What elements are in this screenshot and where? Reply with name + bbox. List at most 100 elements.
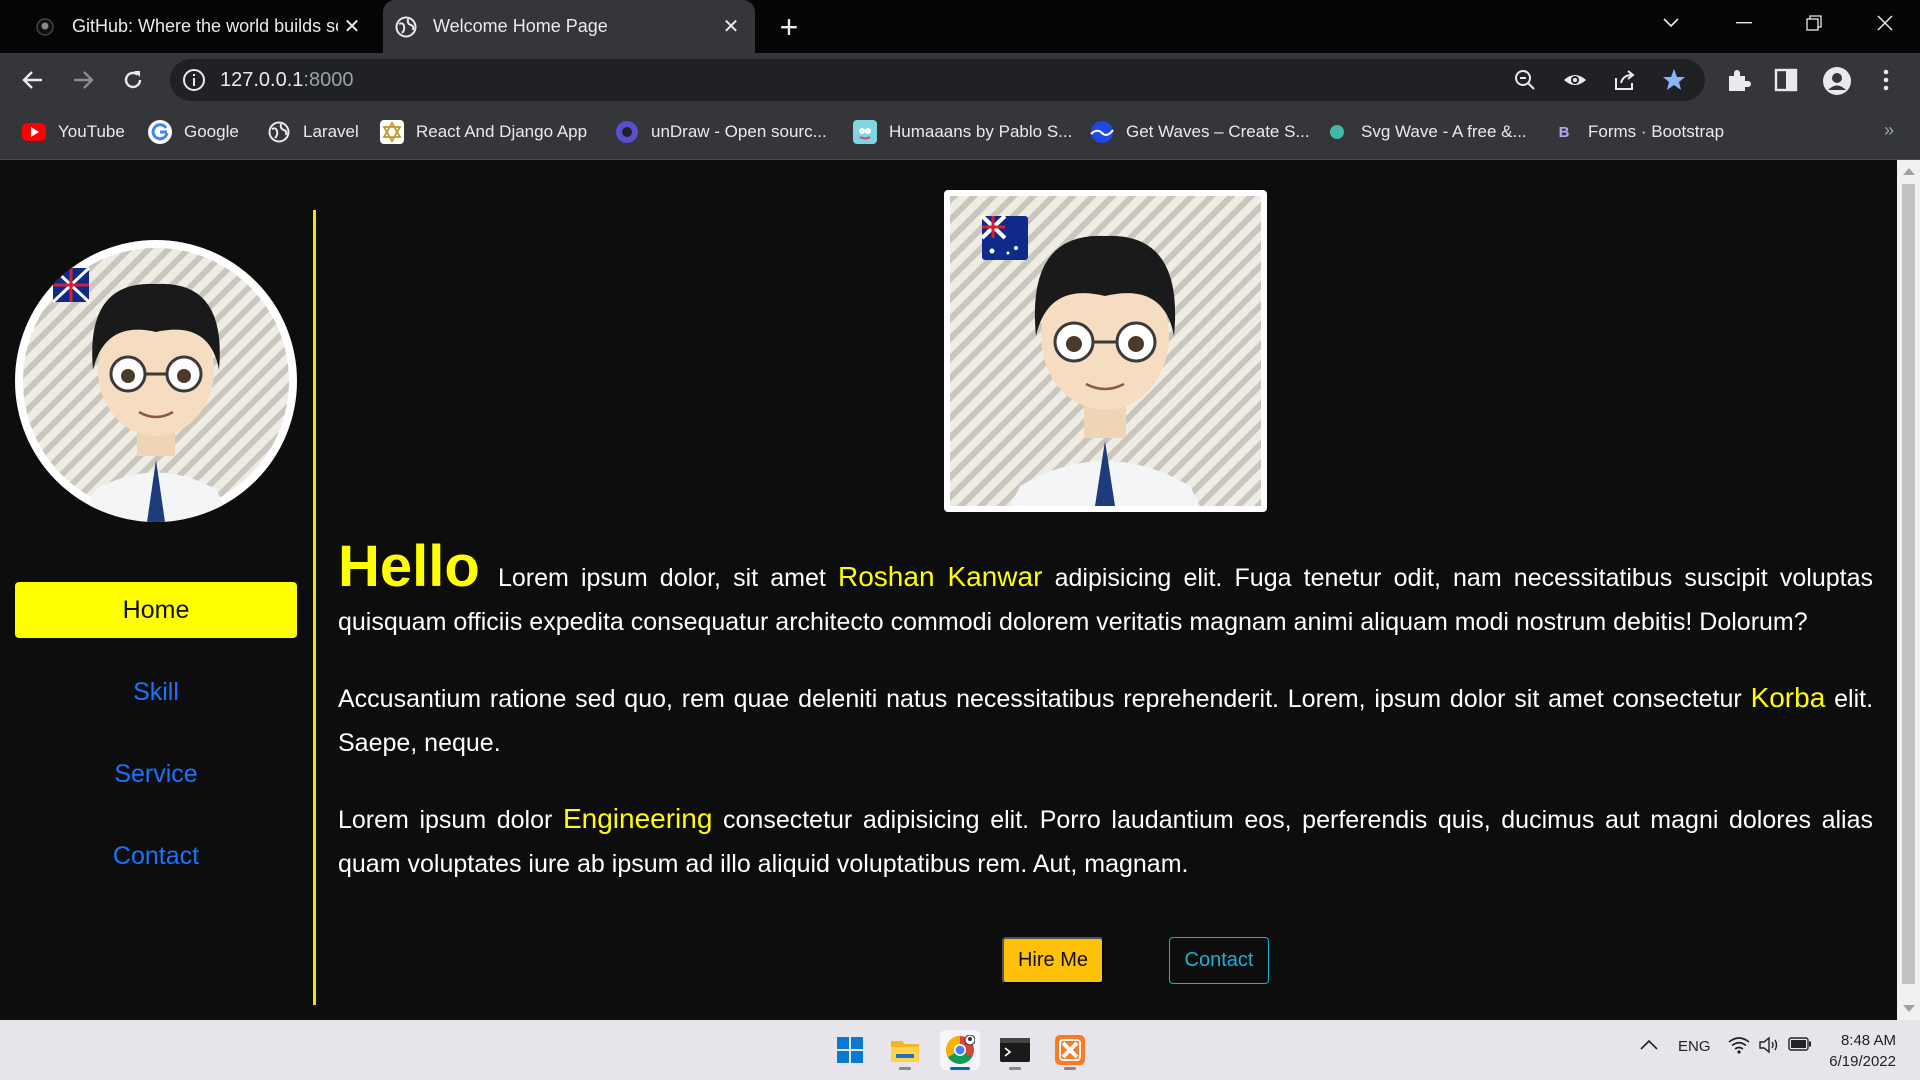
youtube-icon	[22, 120, 46, 144]
google-icon	[148, 120, 172, 144]
scroll-down-icon[interactable]	[1903, 1005, 1915, 1012]
chrome-icon[interactable]	[940, 1030, 980, 1070]
bookmark-react-django[interactable]: React And Django App	[380, 117, 587, 147]
windows-start-icon[interactable]	[830, 1030, 870, 1070]
site-info-icon[interactable]	[182, 68, 206, 92]
clock-date: 6/19/2022	[1829, 1053, 1896, 1070]
city-highlight: Korba	[1750, 682, 1826, 713]
windows-taskbar: ENG 8:48 AM 6/19/2022	[0, 1020, 1920, 1080]
tab-search-icon[interactable]	[1643, 0, 1699, 45]
bookmark-label: Laravel	[303, 122, 359, 141]
waves-icon	[1090, 120, 1114, 144]
undraw-icon	[615, 120, 639, 144]
xampp-icon[interactable]	[1050, 1030, 1090, 1070]
globe-icon	[267, 120, 291, 144]
running-indicator	[1064, 1067, 1076, 1070]
field-highlight: Engineering	[562, 803, 713, 834]
bookmark-star-icon[interactable]	[1662, 68, 1686, 92]
file-explorer-icon[interactable]	[885, 1030, 925, 1070]
intro-paragraph-1: Hello Lorem ipsum dolor, sit amet Roshan…	[338, 538, 1873, 644]
profile-avatar	[15, 240, 297, 522]
running-indicator	[1009, 1067, 1021, 1070]
bookmark-svg-wave[interactable]: Svg Wave - A free &...	[1325, 117, 1527, 147]
nav-skill[interactable]: Skill	[15, 664, 297, 720]
bookmark-forms-bootstrap[interactable]: B Forms · Bootstrap	[1552, 117, 1724, 147]
address-bar[interactable]: 127.0.0.1:8000	[170, 59, 1705, 101]
page-scrollbar[interactable]	[1897, 160, 1920, 1020]
volume-icon[interactable]	[1758, 1036, 1780, 1058]
nav-service[interactable]: Service	[15, 746, 297, 802]
back-icon[interactable]	[14, 61, 52, 99]
system-clock[interactable]: 8:48 AM 6/19/2022	[1829, 1030, 1896, 1072]
bookmark-label: YouTube	[58, 122, 125, 141]
dot-icon	[1325, 120, 1349, 144]
bootstrap-icon: B	[1552, 120, 1576, 144]
browser-tab-strip: GitHub: Where the world builds software …	[0, 0, 1920, 53]
window-close-icon[interactable]	[1857, 0, 1913, 45]
battery-icon[interactable]	[1788, 1037, 1812, 1055]
bookmark-get-waves[interactable]: Get Waves – Create S...	[1090, 117, 1310, 147]
side-panel-icon[interactable]	[1773, 67, 1799, 93]
intro-paragraph-2: Accusantium ratione sed quo, rem quae de…	[338, 676, 1873, 765]
running-indicator	[899, 1067, 911, 1070]
text-span: Accusantium ratione sed quo, rem quae de…	[338, 685, 1742, 713]
profile-avatar-icon[interactable]	[1823, 67, 1851, 95]
github-icon	[34, 16, 56, 38]
tab-github[interactable]: GitHub: Where the world builds software …	[22, 0, 376, 53]
humaaans-icon	[853, 120, 877, 144]
intro-paragraph-3: Lorem ipsum dolor Engineering consectetu…	[338, 797, 1873, 886]
bookmark-google[interactable]: Google	[148, 117, 239, 147]
nav-contact[interactable]: Contact	[15, 828, 297, 884]
bookmark-label: Humaaans by Pablo S...	[889, 122, 1073, 141]
eye-icon[interactable]	[1563, 68, 1587, 92]
nav-home[interactable]: Home	[15, 582, 297, 638]
globe-icon	[395, 16, 417, 38]
sidebar-divider	[313, 210, 316, 1005]
url-host: 127.0.0.1	[220, 69, 304, 91]
bookmark-humaaans[interactable]: Humaaans by Pablo S...	[853, 117, 1072, 147]
extensions-icon[interactable]	[1725, 67, 1751, 93]
bookmark-label: Google	[184, 122, 239, 141]
text-span: Lorem ipsum dolor	[338, 806, 553, 834]
profile-photo	[944, 190, 1267, 512]
bookmark-label: Get Waves – Create S...	[1126, 122, 1310, 141]
contact-button[interactable]: Contact	[1169, 937, 1269, 984]
tab-title: Welcome Home Page	[433, 16, 608, 36]
new-tab-button[interactable]: +	[770, 8, 808, 46]
url-port: :8000	[303, 69, 354, 91]
hire-me-button[interactable]: Hire Me	[1002, 937, 1104, 984]
bookmark-label: unDraw - Open sourc...	[651, 122, 827, 141]
language-indicator[interactable]: ENG	[1678, 1038, 1711, 1055]
bookmark-youtube[interactable]: YouTube	[22, 117, 125, 147]
bookmarks-overflow-icon[interactable]: »	[1884, 120, 1894, 141]
web-page: Home Skill Service Contact Hello Lorem i…	[0, 160, 1897, 1020]
scrollbar-thumb[interactable]	[1902, 184, 1915, 984]
menu-dots-icon[interactable]	[1873, 67, 1899, 93]
star-of-david-icon	[380, 120, 404, 144]
minimize-icon[interactable]	[1716, 0, 1772, 45]
wifi-icon[interactable]	[1728, 1036, 1750, 1058]
text-span: Lorem ipsum dolor, sit amet	[497, 564, 826, 592]
clock-time: 8:48 AM	[1840, 1032, 1896, 1049]
reload-icon[interactable]	[114, 61, 152, 99]
tray-overflow-icon[interactable]	[1640, 1038, 1658, 1055]
bookmark-label: Svg Wave - A free &...	[1361, 122, 1527, 141]
bookmark-laravel[interactable]: Laravel	[267, 117, 359, 147]
zoom-icon[interactable]	[1513, 68, 1537, 92]
browser-toolbar: 127.0.0.1:8000	[0, 53, 1920, 106]
active-indicator	[950, 1067, 970, 1070]
url-text: 127.0.0.1:8000	[220, 69, 353, 92]
restore-icon[interactable]	[1786, 0, 1842, 45]
close-icon[interactable]: ✕	[717, 13, 745, 41]
forward-icon[interactable]	[64, 61, 102, 99]
bookmark-label: Forms · Bootstrap	[1588, 122, 1725, 141]
hello-heading: Hello	[338, 534, 480, 599]
name-highlight: Roshan Kanwar	[838, 561, 1043, 592]
scroll-up-icon[interactable]	[1903, 168, 1915, 175]
terminal-icon[interactable]	[995, 1030, 1035, 1070]
tab-welcome-home[interactable]: Welcome Home Page ✕	[383, 0, 755, 53]
bookmark-undraw[interactable]: unDraw - Open sourc...	[615, 117, 827, 147]
share-icon[interactable]	[1613, 68, 1637, 92]
close-icon[interactable]: ✕	[338, 13, 366, 41]
bookmarks-bar: YouTube Google Laravel React And Django …	[0, 106, 1920, 160]
